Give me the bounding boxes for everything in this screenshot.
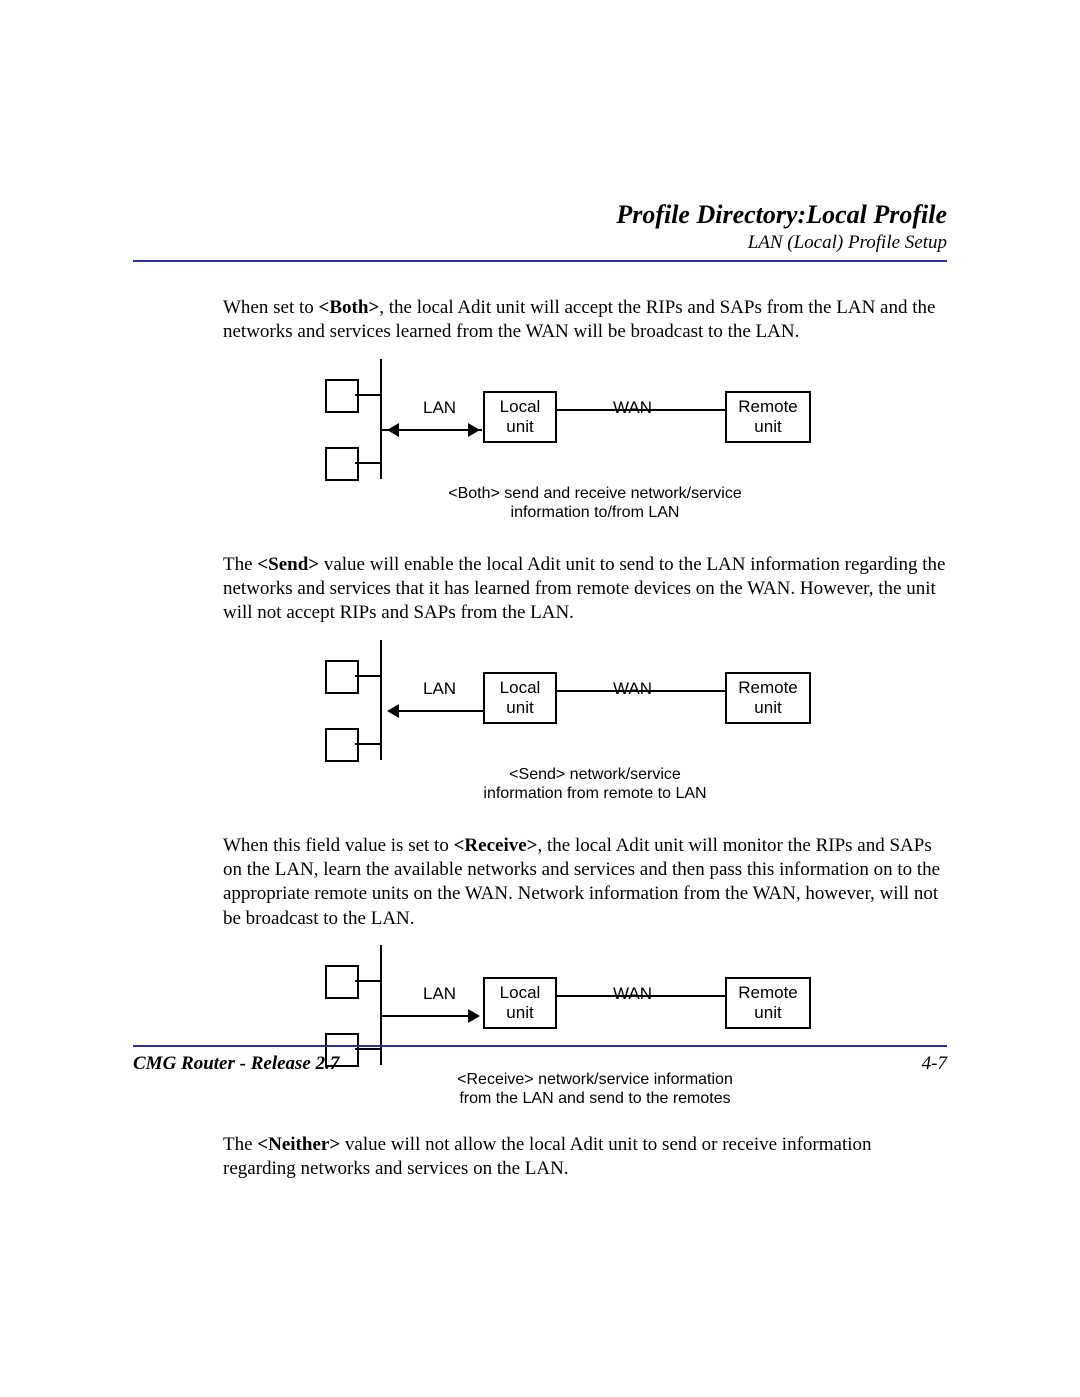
footer-page-number: 4-7 [922,1053,947,1075]
paragraph-receive: When this field value is set to <Receive… [223,834,947,931]
box-label: unit [754,1003,781,1023]
diagram-send: LAN Local unit WAN Remote unit <Send> ne… [223,640,947,810]
text-fragment: value will enable the local Adit unit to… [223,554,945,624]
local-unit-box: Local unit [483,977,557,1029]
lan-bus-line [380,359,382,479]
wan-label: WAN [613,678,652,700]
box-label: unit [506,1003,533,1023]
local-unit-box: Local unit [483,672,557,724]
diagram-caption: <Both> send and receive network/service … [415,484,775,522]
local-unit-box: Local unit [483,391,557,443]
caption-line: information from remote to LAN [483,785,706,802]
box-label: Local [500,678,541,698]
box-label: unit [506,698,533,718]
lan-bus-line [380,640,382,760]
diagram-receive: LAN Local unit WAN Remote unit <Receive>… [223,945,947,1115]
arrow-line [382,1015,472,1017]
box-label: Local [500,397,541,417]
caption-line: <Send> network/service [509,766,681,783]
bold-neither: <Neither> [257,1134,340,1155]
paragraph-send: The <Send> value will enable the local A… [223,553,947,626]
page-header-subtitle: LAN (Local) Profile Setup [133,232,947,254]
wan-label: WAN [613,397,652,419]
footer-divider [133,1045,947,1047]
footer-left: CMG Router - Release 2.7 [133,1053,339,1075]
bold-send: <Send> [257,554,319,575]
text-fragment: The [223,554,257,575]
arrow-line [395,710,483,712]
box-label: Remote [738,983,798,1003]
paragraph-neither: The <Neither> value will not allow the l… [223,1133,947,1182]
lan-node-icon [325,379,359,413]
lan-label: LAN [423,983,456,1005]
bold-both: <Both> [319,297,380,318]
page-header-title: Profile Directory:Local Profile [133,200,947,230]
lan-label: LAN [423,678,456,700]
text-fragment: The [223,1134,257,1155]
caption-line: from the LAN and send to the remotes [459,1090,730,1107]
arrow-right-icon [468,423,480,437]
lan-label: LAN [423,397,456,419]
text-fragment: When set to [223,297,319,318]
diagram-both: LAN Local unit WAN Remote unit <Both> se… [223,359,947,529]
diagram-caption: <Receive> network/service information fr… [425,1070,765,1108]
caption-line: <Both> send and receive network/service [448,485,742,502]
paragraph-both: When set to <Both>, the local Adit unit … [223,296,947,345]
connector-line [355,980,380,982]
page-footer: CMG Router - Release 2.7 4-7 [133,1045,947,1075]
arrow-left-icon [387,704,399,718]
box-label: unit [754,698,781,718]
box-label: Local [500,983,541,1003]
bold-receive: <Receive> [454,835,538,856]
box-label: Remote [738,678,798,698]
box-label: unit [506,417,533,437]
text-fragment: When this field value is set to [223,835,454,856]
lan-node-icon [325,447,359,481]
connector-line [355,394,380,396]
arrow-left-icon [387,423,399,437]
lan-node-icon [325,728,359,762]
diagram-caption: <Send> network/service information from … [445,765,745,803]
lan-node-icon [325,660,359,694]
box-label: Remote [738,397,798,417]
remote-unit-box: Remote unit [725,977,811,1029]
connector-line [355,462,380,464]
remote-unit-box: Remote unit [725,391,811,443]
connector-line [355,675,380,677]
connector-line [355,743,380,745]
box-label: unit [754,417,781,437]
lan-node-icon [325,965,359,999]
arrow-right-icon [468,1009,480,1023]
remote-unit-box: Remote unit [725,672,811,724]
caption-line: information to/from LAN [511,504,680,521]
wan-label: WAN [613,983,652,1005]
header-divider [133,260,947,262]
